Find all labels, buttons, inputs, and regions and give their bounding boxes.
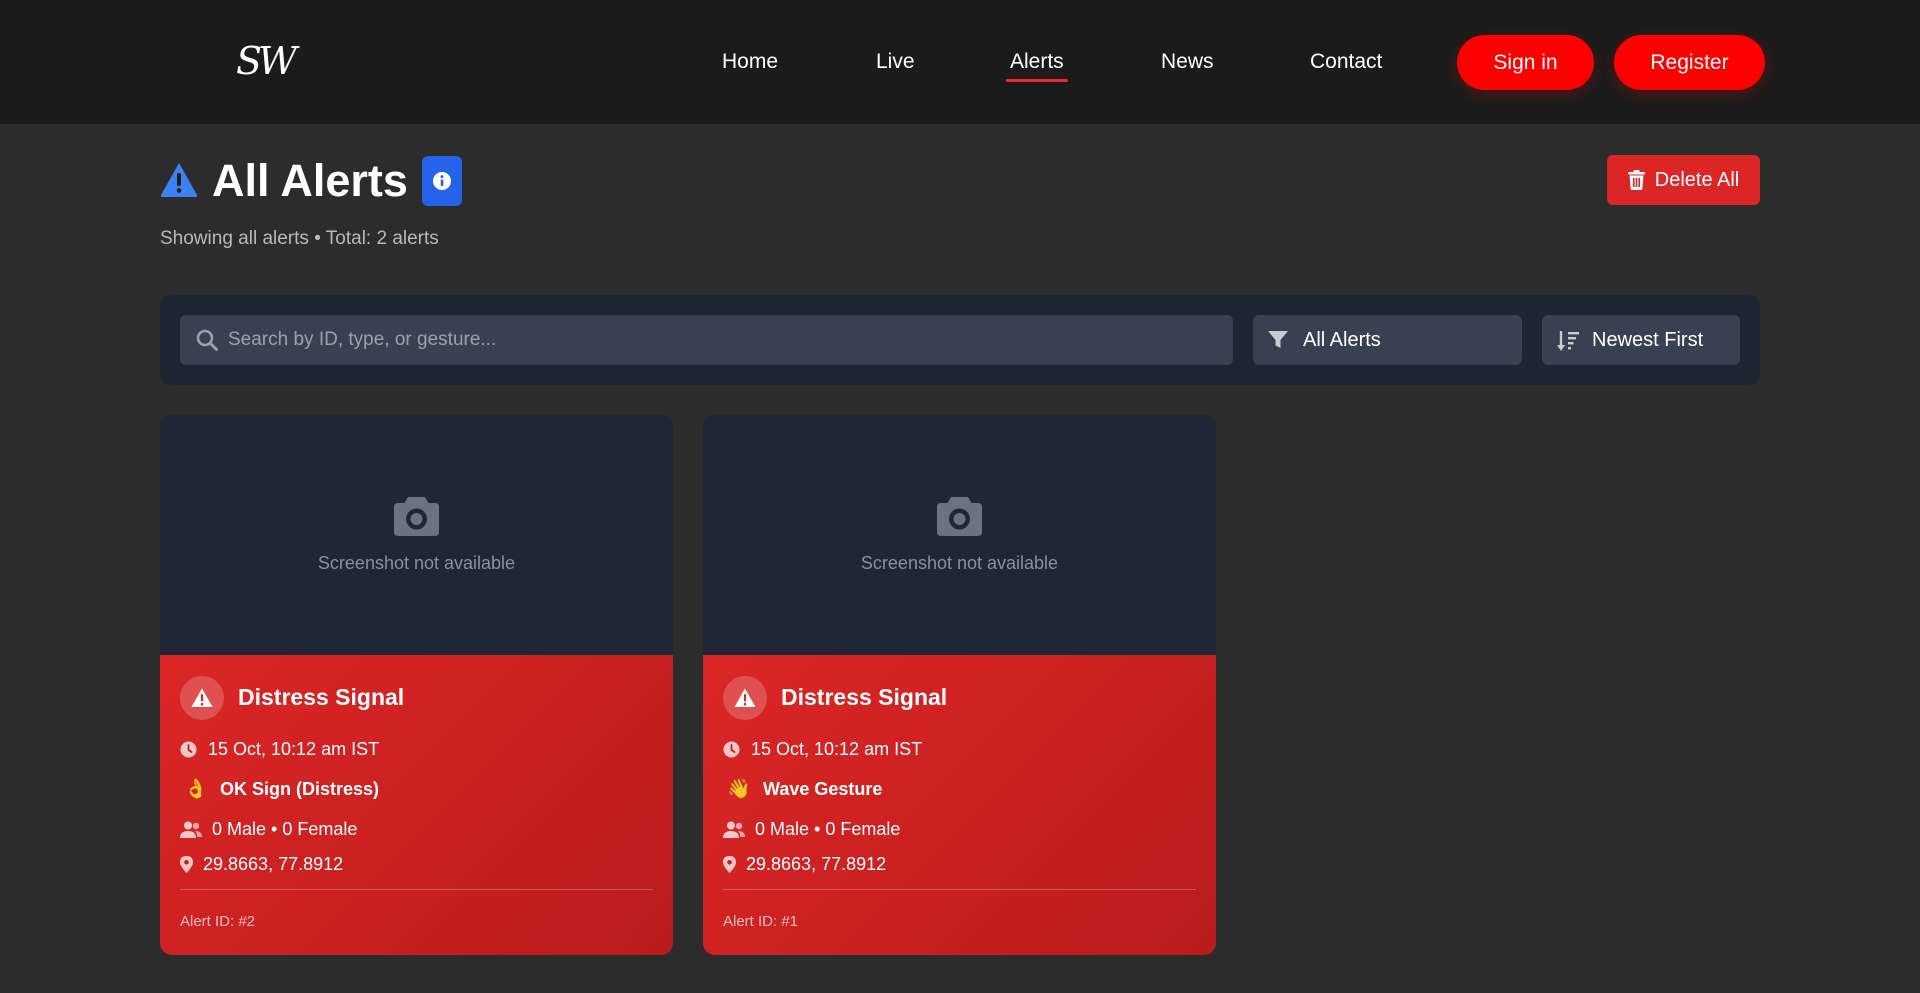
search-box [180, 315, 1233, 365]
nav-link-contact[interactable]: Contact [1310, 47, 1382, 79]
alert-id: Alert ID: #1 [723, 913, 799, 930]
navbar: SW Home Live Alerts News Contact Sign in… [0, 0, 1920, 124]
search-input[interactable] [228, 315, 1218, 365]
alert-gesture: OK Sign (Distress) [220, 779, 380, 799]
trash-icon [1627, 170, 1645, 190]
alert-screenshot-placeholder: Screenshot not available [703, 415, 1216, 655]
delete-all-button[interactable]: Delete All [1607, 155, 1760, 205]
filter-icon [1268, 331, 1288, 348]
info-button[interactable] [422, 156, 462, 206]
map-pin-icon [180, 856, 193, 873]
screenshot-unavailable-text: Screenshot not available [860, 553, 1059, 573]
alert-people-count: 0 Male • 0 Female [212, 819, 358, 839]
clock-icon [180, 741, 197, 758]
sort-select[interactable]: Newest First [1542, 315, 1740, 365]
logo[interactable]: SW [236, 36, 297, 86]
alert-details: Distress Signal 15 Oct, 10:12 am IST 👌 O… [160, 655, 673, 955]
register-button[interactable]: Register [1614, 35, 1765, 90]
divider [723, 889, 1196, 890]
alert-title: Distress Signal [781, 684, 948, 710]
alert-type-badge [180, 676, 224, 720]
warning-triangle-icon [160, 163, 198, 197]
alert-type-select[interactable]: All Alerts [1253, 315, 1522, 365]
alert-type-select-value: All Alerts [1303, 329, 1381, 351]
camera-icon [937, 497, 982, 536]
gesture-emoji: 👌 [184, 779, 208, 800]
alert-location: 29.8663, 77.8912 [746, 854, 887, 874]
alert-location: 29.8663, 77.8912 [203, 854, 344, 874]
divider [180, 889, 653, 890]
page-title: All Alerts [212, 155, 408, 206]
screenshot-unavailable-text: Screenshot not available [317, 553, 516, 573]
alert-gesture: Wave Gesture [763, 779, 883, 799]
alert-time: 15 Oct, 10:12 am IST [751, 739, 923, 759]
nav-link-live[interactable]: Live [876, 47, 915, 79]
alert-card[interactable]: Screenshot not available Distress Signal… [160, 415, 673, 955]
users-icon [723, 821, 745, 838]
alert-id: Alert ID: #2 [180, 913, 256, 930]
warning-triangle-icon [734, 688, 756, 707]
alert-details: Distress Signal 15 Oct, 10:12 am IST 👋 W… [703, 655, 1216, 955]
alert-title: Distress Signal [238, 684, 405, 710]
alerts-summary: Showing all alerts • Total: 2 alerts [160, 228, 439, 249]
filter-bar: All Alerts Newest First [160, 295, 1760, 385]
nav-link-home[interactable]: Home [722, 47, 778, 79]
warning-triangle-icon [191, 688, 213, 707]
search-icon [196, 329, 218, 351]
sign-in-button[interactable]: Sign in [1457, 35, 1594, 90]
sort-select-value: Newest First [1592, 329, 1704, 351]
camera-icon [394, 497, 439, 536]
sort-icon [1557, 331, 1579, 351]
alert-card[interactable]: Screenshot not available Distress Signal… [703, 415, 1216, 955]
alert-time: 15 Oct, 10:12 am IST [208, 739, 380, 759]
info-icon [433, 172, 451, 190]
users-icon [180, 821, 202, 838]
alert-people-count: 0 Male • 0 Female [755, 819, 901, 839]
nav-link-news[interactable]: News [1161, 47, 1214, 79]
alert-type-badge [723, 676, 767, 720]
delete-all-label: Delete All [1654, 168, 1740, 191]
nav-link-alerts[interactable]: Alerts [1006, 47, 1068, 82]
map-pin-icon [723, 856, 736, 873]
gesture-emoji: 👋 [727, 779, 751, 800]
alert-screenshot-placeholder: Screenshot not available [160, 415, 673, 655]
clock-icon [723, 741, 740, 758]
